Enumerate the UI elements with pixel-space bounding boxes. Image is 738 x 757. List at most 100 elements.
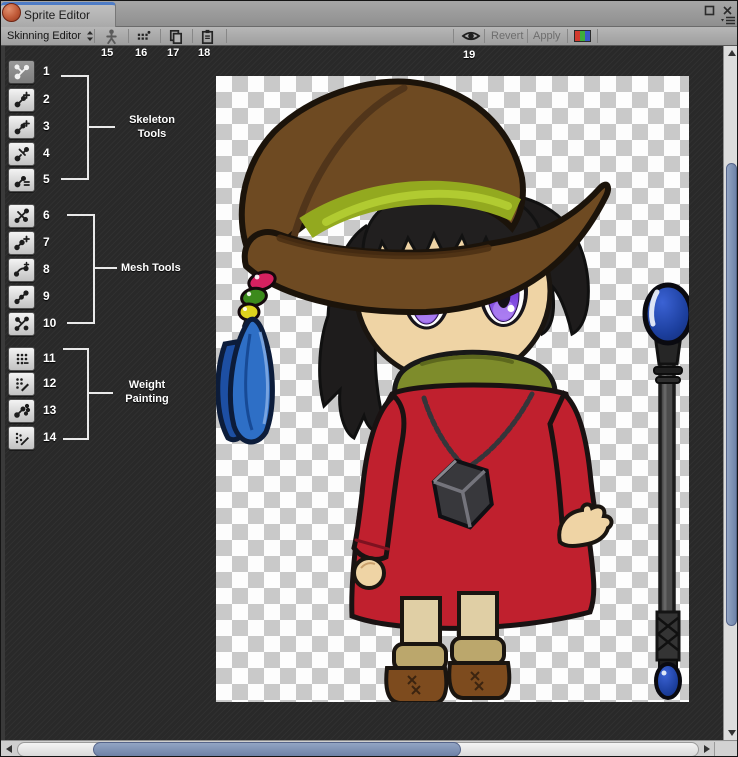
bracket-skeleton — [61, 178, 89, 180]
group-label-line: Painting — [115, 392, 179, 406]
scrollbar-corner — [714, 742, 738, 757]
create-edge-icon — [13, 288, 31, 306]
tool-bone-influence[interactable] — [8, 426, 35, 450]
callout-19: 19 — [463, 49, 475, 61]
group-label-line: Weight — [115, 378, 179, 392]
copy-button[interactable] — [167, 27, 184, 45]
callout-18: 18 — [198, 47, 210, 59]
tool-auto-weights[interactable] — [8, 347, 35, 371]
toolbar-separator — [94, 29, 95, 43]
scroll-right-button[interactable] — [699, 741, 715, 757]
tool-create-vertex[interactable] — [8, 258, 35, 282]
dropdown-arrows-icon — [86, 30, 94, 42]
mode-dropdown-value: Skinning Editor — [7, 30, 81, 42]
window-title: Sprite Editor — [24, 8, 90, 22]
toolbar-separator — [453, 29, 454, 43]
unity-playhead-icon — [2, 3, 21, 22]
callout-16: 16 — [135, 47, 147, 59]
main-toolbar: Skinning Editor — [1, 27, 738, 46]
edit-bone-icon — [13, 91, 31, 109]
preview-pose-icon — [13, 63, 31, 81]
horizontal-scroll-thumb[interactable] — [93, 742, 461, 757]
tool-split-bone[interactable] — [8, 142, 35, 166]
tool-number: 9 — [43, 289, 67, 303]
bracket-skeleton — [89, 126, 115, 128]
tool-create-edge[interactable] — [8, 285, 35, 309]
mode-dropdown[interactable]: Skinning Editor — [7, 27, 94, 45]
tool-auto-geometry[interactable] — [8, 204, 35, 228]
weight-brush-icon — [13, 402, 31, 420]
tool-number: 3 — [43, 119, 67, 133]
window-menu-button[interactable] — [720, 16, 736, 26]
title-bar: Sprite Editor — [1, 1, 738, 27]
toolbar-separator — [484, 29, 485, 43]
toolbar-separator — [597, 29, 598, 43]
sprite-dots-button[interactable] — [135, 27, 152, 45]
scroll-down-button[interactable] — [724, 726, 738, 740]
bone-figure-button[interactable] — [103, 27, 120, 45]
group-label-line: Mesh Tools — [121, 261, 181, 275]
character-sprite — [216, 76, 689, 702]
paste-button[interactable] — [199, 27, 216, 45]
rgb-swatch-icon — [574, 30, 591, 42]
revert-button[interactable]: Revert — [491, 27, 523, 45]
sprite-editor-window: Sprite Editor Skinning Editor — [0, 0, 738, 757]
tool-edit-geometry[interactable] — [8, 231, 35, 255]
tool-preview-pose[interactable] — [8, 60, 35, 84]
arrow-up-icon — [728, 50, 736, 56]
tool-number: 12 — [43, 376, 67, 390]
bracket-mesh — [93, 214, 95, 324]
create-bone-icon — [13, 118, 31, 136]
visibility-button[interactable] — [461, 27, 481, 45]
scroll-up-button[interactable] — [724, 46, 738, 60]
tool-reparent-bone[interactable] — [8, 168, 35, 192]
tool-split-edge[interactable] — [8, 312, 35, 336]
group-label-weights: Weight Painting — [115, 378, 179, 406]
toolbar-separator — [160, 29, 161, 43]
close-icon — [722, 5, 733, 16]
tool-weight-slider[interactable] — [8, 372, 35, 396]
split-edge-icon — [13, 315, 31, 333]
bracket-mesh — [95, 267, 117, 269]
create-vertex-icon — [13, 261, 31, 279]
tool-number: 14 — [43, 430, 67, 444]
tool-create-bone[interactable] — [8, 115, 35, 139]
close-button[interactable] — [722, 5, 733, 16]
sprite-viewport[interactable] — [216, 76, 689, 702]
tool-number: 7 — [43, 235, 67, 249]
toolbar-separator — [128, 29, 129, 43]
reparent-bone-icon — [13, 171, 31, 189]
toolbar-separator — [527, 29, 528, 43]
bracket-weights — [89, 392, 113, 394]
arrow-left-icon — [6, 745, 12, 753]
copy-icon — [167, 28, 184, 45]
vertical-scrollbar[interactable] — [723, 46, 738, 740]
bracket-weights — [87, 348, 89, 440]
callout-15: 15 — [101, 47, 113, 59]
bracket-weights — [63, 438, 89, 440]
visibility-eye-icon — [461, 29, 481, 43]
sprite-dots-icon — [135, 28, 152, 45]
window-menu-icon — [720, 16, 736, 26]
group-label-line: Tools — [117, 127, 187, 141]
scroll-left-button[interactable] — [1, 741, 17, 757]
auto-weights-icon — [13, 350, 31, 368]
bracket-mesh — [67, 214, 95, 216]
rgb-channels-button[interactable] — [574, 27, 591, 45]
tool-number: 8 — [43, 262, 67, 276]
split-bone-icon — [13, 145, 31, 163]
auto-geometry-icon — [13, 207, 31, 225]
vertical-scroll-thumb[interactable] — [726, 163, 737, 626]
callout-17: 17 — [167, 47, 179, 59]
tool-number: 4 — [43, 146, 67, 160]
tool-number: 10 — [43, 316, 67, 330]
apply-button[interactable]: Apply — [533, 27, 561, 45]
tool-number: 2 — [43, 92, 67, 106]
skinning-editor-canvas[interactable]: 15 16 17 18 19 1 2 — [5, 46, 723, 740]
tool-edit-bone[interactable] — [8, 88, 35, 112]
maximize-button[interactable] — [704, 5, 715, 16]
tool-weight-brush[interactable] — [8, 399, 35, 423]
revert-label: Revert — [491, 30, 523, 42]
paste-icon — [199, 28, 216, 45]
horizontal-scrollbar[interactable] — [1, 740, 738, 757]
